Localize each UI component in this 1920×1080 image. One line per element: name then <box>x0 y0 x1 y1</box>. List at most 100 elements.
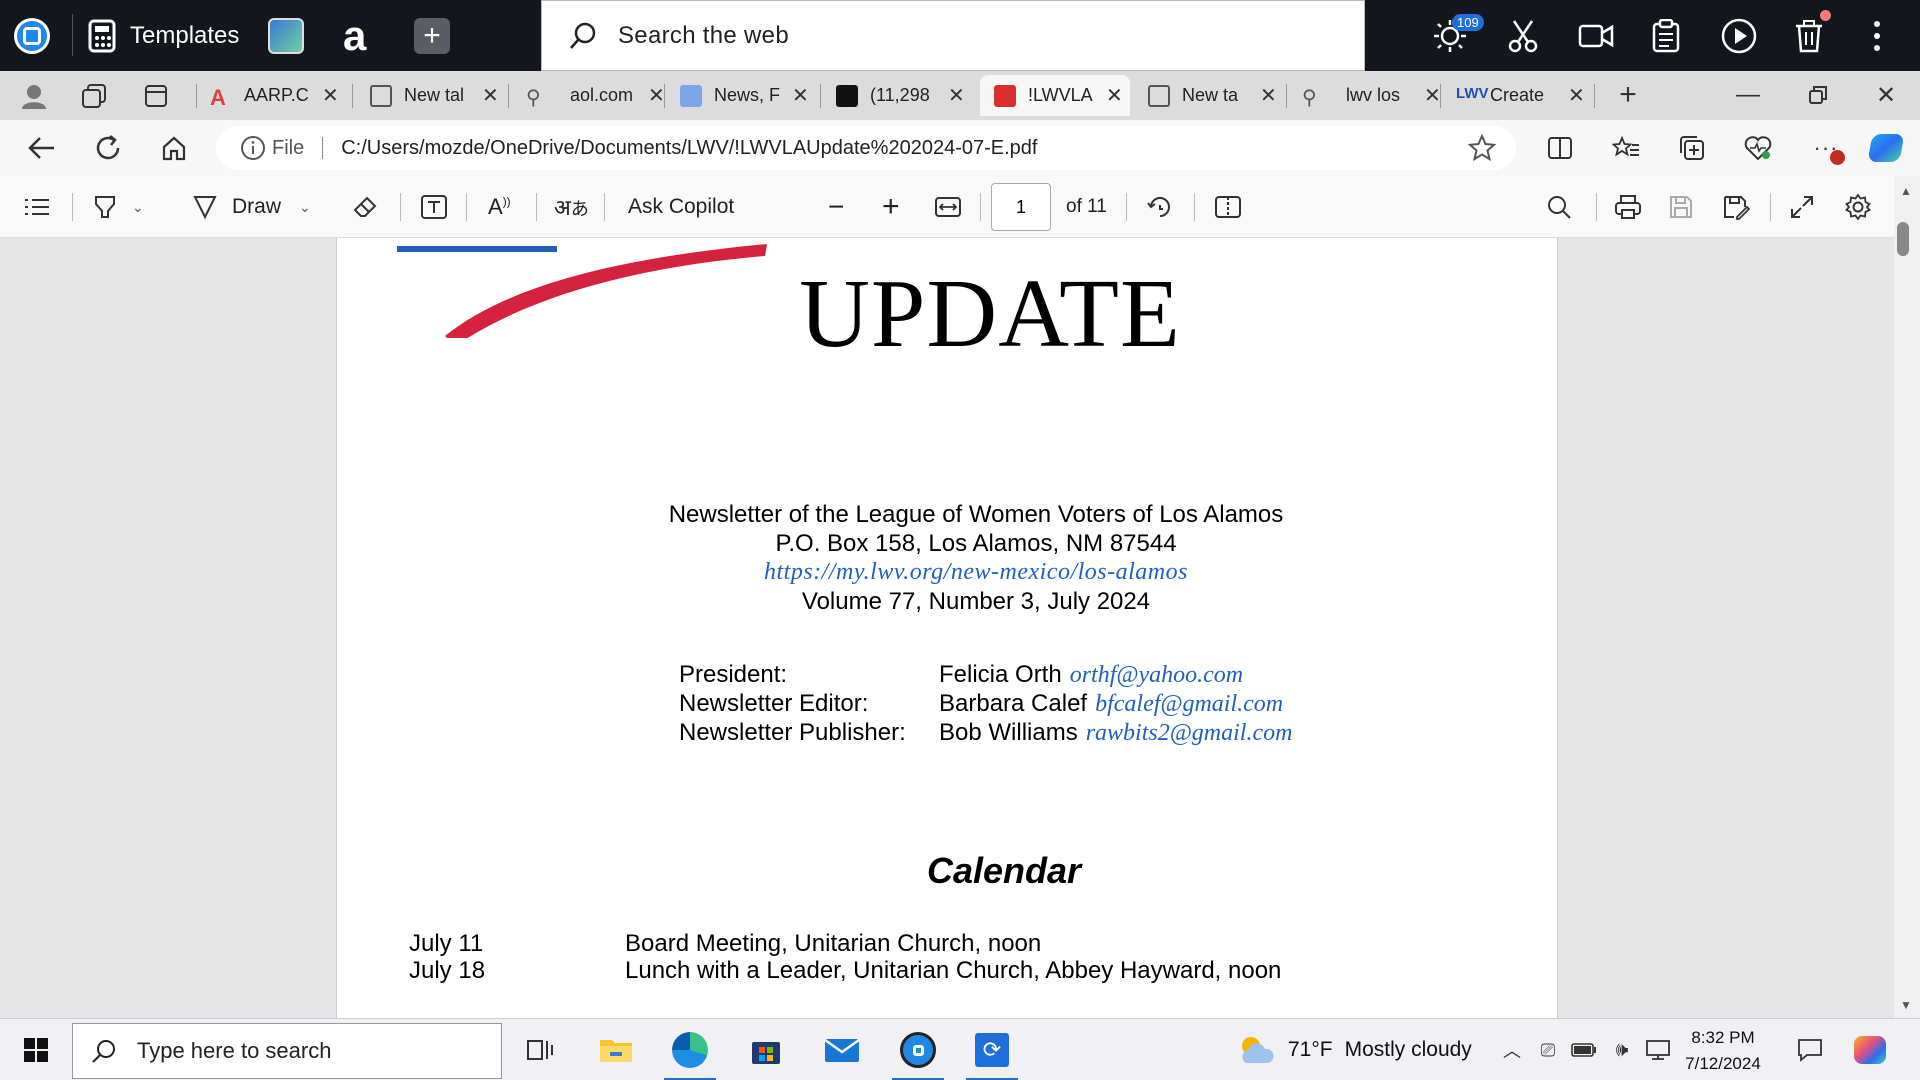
highlight-button[interactable]: ⌄ <box>92 176 144 238</box>
fullscreen-button[interactable] <box>1790 176 1814 238</box>
read-aloud-button[interactable]: A)) <box>488 176 511 238</box>
url-bar[interactable]: File C:/Users/mozde/OneDrive/Documents/L… <box>216 126 1516 170</box>
add-shortcut-button[interactable]: + <box>414 0 450 71</box>
settings-more-button[interactable]: ··· <box>1806 128 1846 168</box>
contents-button[interactable] <box>24 176 50 238</box>
edge-browser-button[interactable] <box>660 1019 720 1080</box>
task-view-button[interactable] <box>510 1019 570 1080</box>
profile-button[interactable] <box>16 79 52 113</box>
web-search-box[interactable]: Search the web <box>541 0 1365 71</box>
close-tab-icon[interactable]: ✕ <box>1424 83 1441 108</box>
notifications-button[interactable] <box>1780 1019 1840 1080</box>
meet-now-button[interactable]: ⎚ <box>1530 1019 1566 1080</box>
close-tab-icon[interactable]: ✕ <box>792 83 809 108</box>
scrollbar-thumb[interactable] <box>1897 222 1909 256</box>
find-button[interactable] <box>1546 176 1572 238</box>
page-view-button[interactable] <box>1214 176 1242 238</box>
back-button[interactable] <box>22 128 62 168</box>
tab-create[interactable]: LWV Create ✕ <box>1456 75 1585 116</box>
chevron-down-icon[interactable]: ⌄ <box>299 199 311 216</box>
store-button[interactable] <box>736 1019 796 1080</box>
url-text[interactable]: C:/Users/mozde/OneDrive/Documents/LWV/!L… <box>341 137 1037 160</box>
close-tab-icon[interactable]: ✕ <box>648 83 665 108</box>
app-launcher-button[interactable] <box>14 0 50 71</box>
scroll-down-icon[interactable]: ▼ <box>1900 998 1912 1012</box>
copilot-taskbar-button[interactable] <box>1840 1019 1900 1080</box>
video-button[interactable] <box>1578 0 1614 71</box>
system-clock[interactable]: 8:32 PM 7/12/2024 <box>1668 1025 1778 1077</box>
refresh-button[interactable] <box>88 128 128 168</box>
trash-button[interactable] <box>1794 0 1831 71</box>
website-link[interactable]: https://my.lwv.org/new-mexico/los-alamos <box>393 558 1559 587</box>
rotate-button[interactable] <box>1146 176 1174 238</box>
file-explorer-button[interactable] <box>586 1019 646 1080</box>
clipboard-button[interactable] <box>1652 0 1680 71</box>
copilot-button[interactable] <box>1866 128 1906 168</box>
tab-new-tab-1[interactable]: New tal ✕ <box>370 75 499 116</box>
table-of-contents-icon <box>25 199 49 215</box>
close-tab-icon[interactable]: ✕ <box>1260 83 1277 108</box>
amazon-button[interactable]: a <box>343 0 366 71</box>
mail-button[interactable] <box>812 1019 872 1080</box>
show-hidden-icons-button[interactable]: ︿ <box>1494 1019 1530 1080</box>
save-as-button[interactable] <box>1722 176 1750 238</box>
close-tab-icon[interactable]: ✕ <box>1106 83 1123 108</box>
more-options-button[interactable] <box>1872 0 1882 71</box>
pdf-settings-button[interactable] <box>1844 176 1872 238</box>
draw-button[interactable]: Draw ⌄ <box>192 176 311 238</box>
favorite-star-icon[interactable] <box>1468 134 1496 162</box>
staff-email-link[interactable]: orthf@yahoo.com <box>1070 662 1243 688</box>
translate-button[interactable]: अあ <box>554 176 589 238</box>
print-button[interactable] <box>1614 176 1642 238</box>
tab-lwv-search[interactable]: ⚲ lwv los ✕ <box>1302 75 1441 116</box>
save-as-icon <box>1724 196 1750 220</box>
tab-news[interactable]: News, F ✕ <box>680 75 809 116</box>
save-button[interactable] <box>1668 176 1694 238</box>
zoom-in-button[interactable]: + <box>882 176 900 238</box>
restore-button[interactable] <box>1800 77 1836 113</box>
new-tab-button[interactable]: + <box>1610 77 1646 113</box>
add-text-button[interactable] <box>420 176 448 238</box>
tab-aol-search[interactable]: ⚲ aol.com ✕ <box>526 75 665 116</box>
minimize-button[interactable]: — <box>1730 77 1766 113</box>
battery-button[interactable] <box>1566 1019 1602 1080</box>
info-icon[interactable] <box>240 135 266 161</box>
home-button[interactable] <box>154 128 194 168</box>
workspaces-button[interactable] <box>76 79 112 113</box>
taskbar-search-box[interactable]: Type here to search <box>72 1023 502 1079</box>
tab-actions-button[interactable] <box>138 79 174 113</box>
collections-button[interactable] <box>1672 128 1712 168</box>
templates-button[interactable]: Templates <box>88 0 239 71</box>
scroll-up-icon[interactable]: ▲ <box>1900 184 1912 198</box>
staff-email-link[interactable]: rawbits2@gmail.com <box>1086 720 1293 746</box>
start-button[interactable] <box>6 1019 66 1080</box>
split-screen-button[interactable] <box>1540 128 1580 168</box>
ask-copilot-button[interactable]: Ask Copilot <box>628 176 734 238</box>
tab-new-tab-2[interactable]: New ta ✕ <box>1148 75 1277 116</box>
volume-button[interactable]: 🕪 <box>1604 1019 1640 1080</box>
close-tab-icon[interactable]: ✕ <box>482 83 499 108</box>
vertical-scrollbar[interactable]: ▲ ▼ <box>1894 176 1920 1018</box>
snip-button[interactable] <box>1508 0 1538 71</box>
page-number-input[interactable]: 1 <box>991 183 1051 231</box>
notes-app-button[interactable] <box>268 0 304 71</box>
staff-email-link[interactable]: bfcalef@gmail.com <box>1095 691 1283 717</box>
brightness-button[interactable]: 109 <box>1432 0 1484 71</box>
browser-essentials-button[interactable] <box>1738 128 1778 168</box>
favorites-button[interactable] <box>1606 128 1646 168</box>
close-tab-icon[interactable]: ✕ <box>948 83 965 108</box>
app-launcher-taskbar-button[interactable] <box>888 1019 948 1080</box>
erase-button[interactable] <box>352 176 378 238</box>
close-window-button[interactable]: ✕ <box>1868 77 1904 113</box>
chevron-down-icon[interactable]: ⌄ <box>132 199 144 216</box>
close-tab-icon[interactable]: ✕ <box>1568 83 1585 108</box>
tab-aol-mail[interactable]: (11,298 ✕ <box>836 75 965 116</box>
tab-aarp[interactable]: A AARP.C ✕ <box>210 75 339 116</box>
tab-lwvla-pdf[interactable]: !LWVLA ✕ <box>980 75 1130 116</box>
remote-app-button[interactable]: ⟳ <box>962 1019 1022 1080</box>
play-button[interactable] <box>1720 0 1758 71</box>
fit-width-button[interactable] <box>934 176 962 238</box>
close-tab-icon[interactable]: ✕ <box>322 83 339 108</box>
weather-widget[interactable]: 71°F Mostly cloudy <box>1236 1019 1472 1080</box>
zoom-out-button[interactable]: − <box>828 176 844 238</box>
